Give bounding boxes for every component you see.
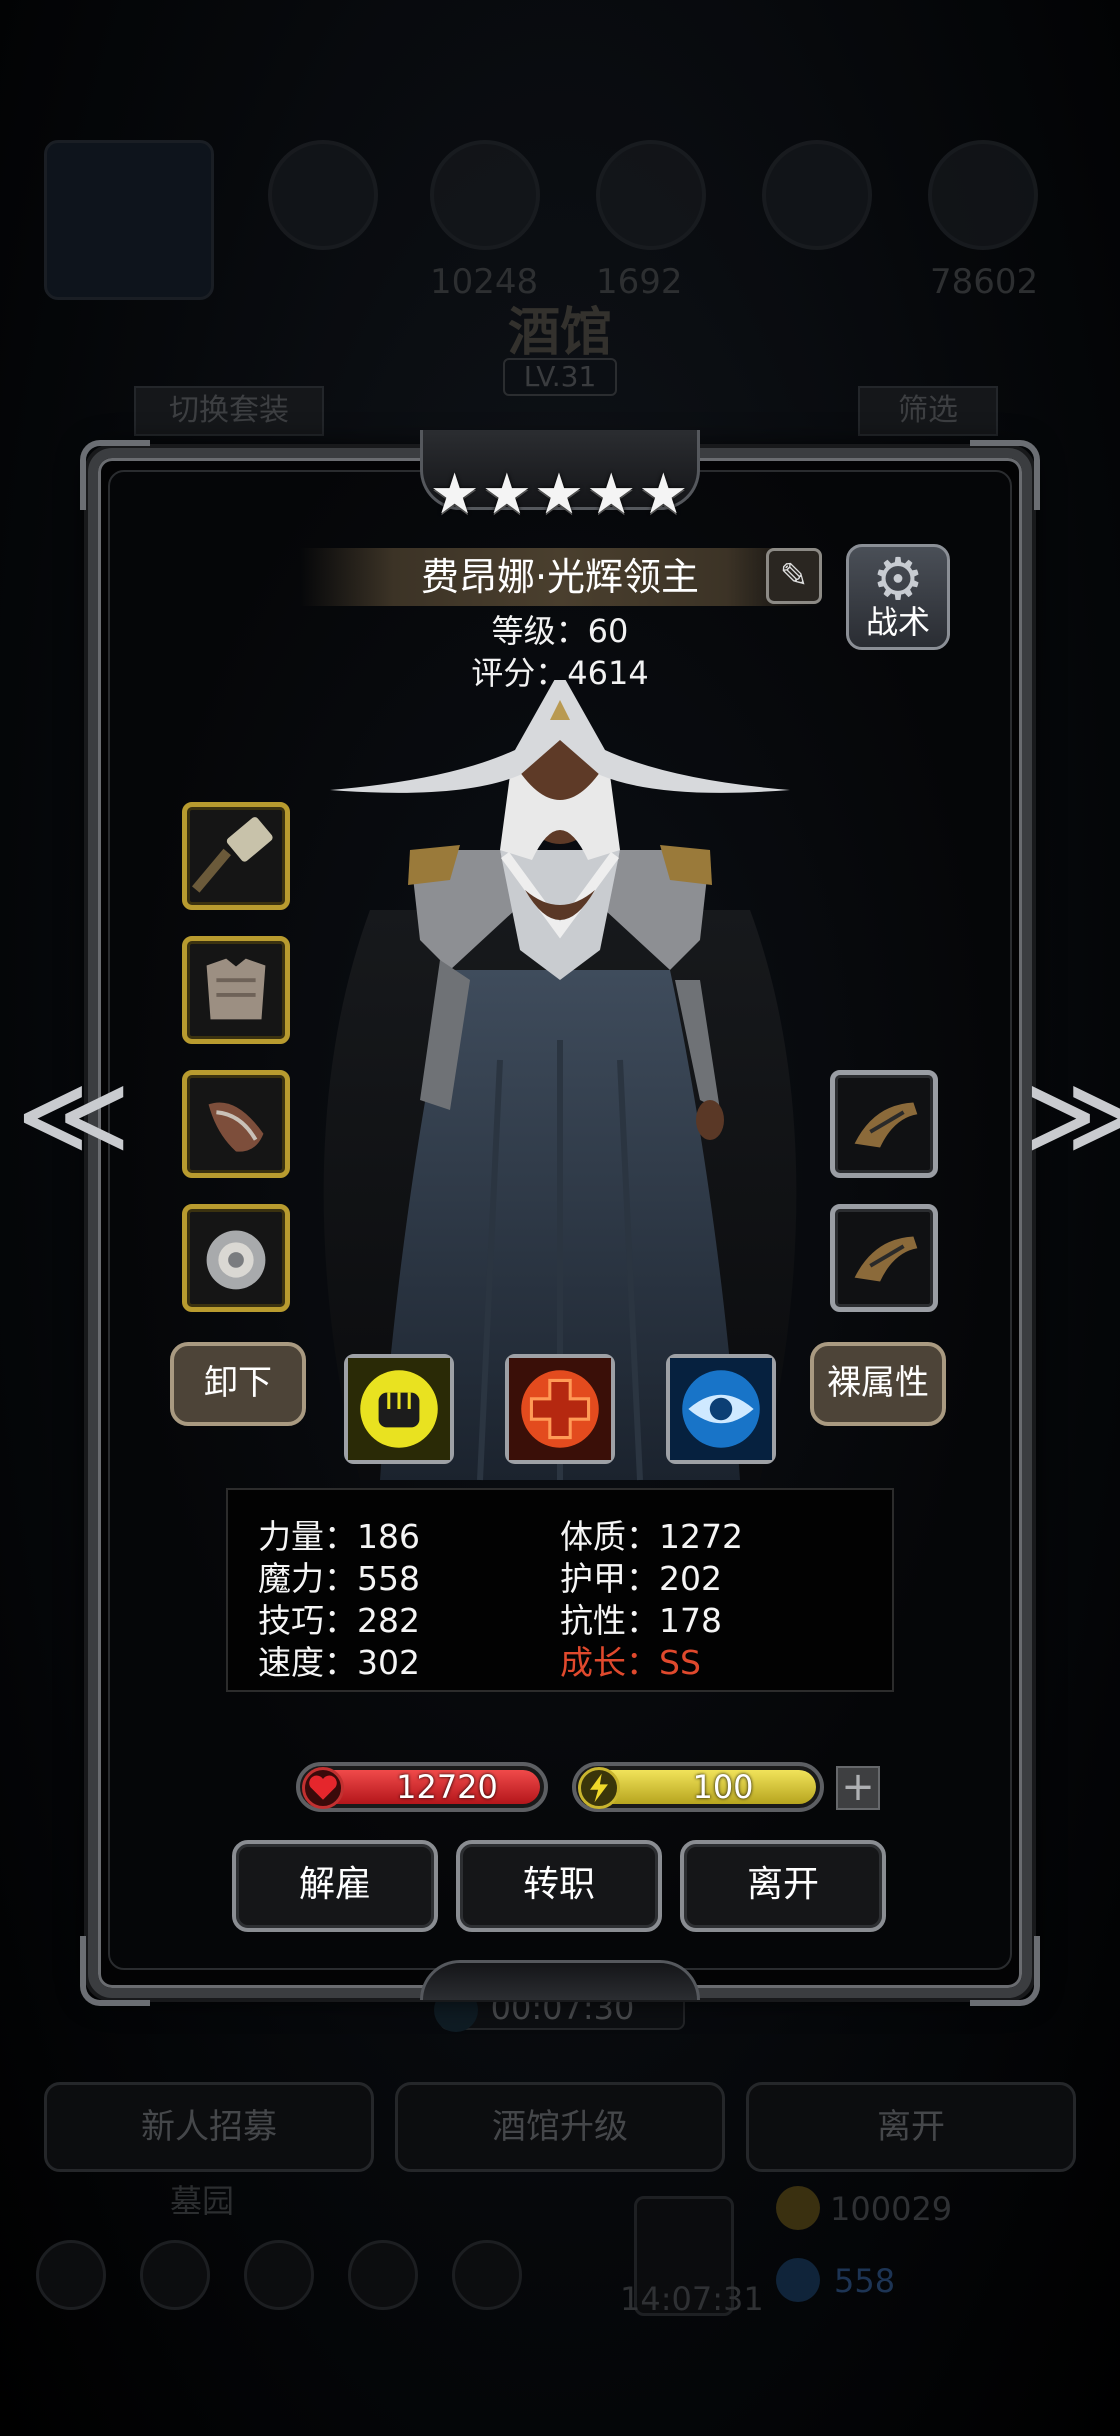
pencil-icon: ✎: [779, 556, 809, 596]
gauntlet-icon: [854, 1102, 918, 1148]
background-resource-icon: [928, 140, 1038, 250]
hp-bar: 12720: [296, 1762, 548, 1812]
stat-armor: 护甲：202: [560, 1559, 722, 1598]
background-level-badge: LV.31: [503, 358, 617, 396]
change-class-button[interactable]: 转职: [456, 1840, 662, 1932]
armor-slot[interactable]: [182, 936, 290, 1044]
glove-slot[interactable]: [830, 1204, 938, 1312]
base-attributes-button[interactable]: 裸属性: [810, 1342, 946, 1426]
stat-magic: 魔力：558: [258, 1559, 420, 1598]
menu-icon: [348, 2240, 418, 2310]
menu-icon: [36, 2240, 106, 2310]
background-resource-icon: [268, 140, 378, 250]
hammer-icon: [191, 817, 273, 893]
dismiss-button[interactable]: 解雇: [232, 1840, 438, 1932]
glove-slot[interactable]: [830, 1070, 938, 1178]
hp-value: 12720: [396, 1768, 498, 1806]
ring-icon: [206, 1230, 266, 1290]
previous-hero-arrow[interactable]: ≪: [16, 1060, 131, 1170]
filter-button: 筛选: [858, 386, 998, 436]
menu-icon: [244, 2240, 314, 2310]
menu-icon: [140, 2240, 210, 2310]
tavern-leave-button: 离开: [746, 2082, 1076, 2172]
skill-slot-3[interactable]: [666, 1354, 776, 1464]
frame-corner-ornament: [970, 1936, 1040, 2006]
stat-skill: 技巧：282: [258, 1601, 420, 1640]
skill-slot-1[interactable]: [344, 1354, 454, 1464]
bracer-icon: [208, 1102, 264, 1152]
stat-strength: 力量：186: [258, 1517, 420, 1556]
recruit-button: 新人招募: [44, 2082, 374, 2172]
hero-level: 等级：60: [491, 612, 629, 650]
leave-button[interactable]: 离开: [680, 1840, 886, 1932]
heart-icon: [302, 1767, 344, 1809]
hero-name: 费昂娜·光辉领主: [300, 548, 820, 606]
heal-cross-skill-icon: [509, 1358, 611, 1460]
eye-skill-icon: [670, 1358, 772, 1460]
bracer-slot[interactable]: [182, 1070, 290, 1178]
skill-slot-2[interactable]: [505, 1354, 615, 1464]
gem-icon: [776, 2258, 820, 2302]
gold-icon: [776, 2186, 820, 2230]
gear-icon: ⚙: [872, 545, 924, 613]
weapon-slot[interactable]: [182, 802, 290, 910]
background-title: 酒馆: [507, 302, 612, 363]
frame-ornament-bottom: [420, 1960, 700, 2000]
stat-growth: 成长：SS: [560, 1643, 701, 1682]
gauntlet-icon: [854, 1236, 918, 1282]
tactics-button[interactable]: ⚙ 战术: [846, 544, 950, 650]
energy-value: 100: [692, 1768, 754, 1806]
unequip-button[interactable]: 卸下: [170, 1342, 306, 1426]
background-clock: 14:07:31: [620, 2280, 764, 2318]
stat-resistance: 抗性：178: [560, 1601, 722, 1640]
stat-constitution: 体质：1272: [560, 1517, 743, 1556]
chest-armor-icon: [206, 958, 266, 1020]
stat-speed: 速度：302: [258, 1643, 420, 1682]
tavern-upgrade-button: 酒馆升级: [395, 2082, 725, 2172]
switch-set-button: 切换套装: [134, 386, 324, 436]
lightning-icon: [578, 1767, 620, 1809]
fist-skill-icon: [348, 1358, 450, 1460]
graveyard-label: 墓园: [170, 2182, 235, 2220]
menu-icon: [452, 2240, 522, 2310]
add-energy-button[interactable]: +: [836, 1766, 880, 1810]
ring-slot[interactable]: [182, 1204, 290, 1312]
edit-name-button[interactable]: ✎: [766, 548, 822, 604]
next-hero-arrow[interactable]: ≫: [1024, 1060, 1120, 1170]
background-portrait-frame: [44, 140, 214, 300]
star-rating: ★★★★★: [429, 462, 691, 527]
frame-corner-ornament: [80, 1936, 150, 2006]
gold-amount: 100029: [830, 2190, 953, 2228]
gem-amount: 558: [834, 2262, 896, 2300]
background-resource-icon: [430, 140, 540, 250]
background-resource-icon: [762, 140, 872, 250]
tactics-label: 战术: [865, 603, 930, 641]
energy-bar: 100: [572, 1762, 824, 1812]
background-resource-icon: [596, 140, 706, 250]
